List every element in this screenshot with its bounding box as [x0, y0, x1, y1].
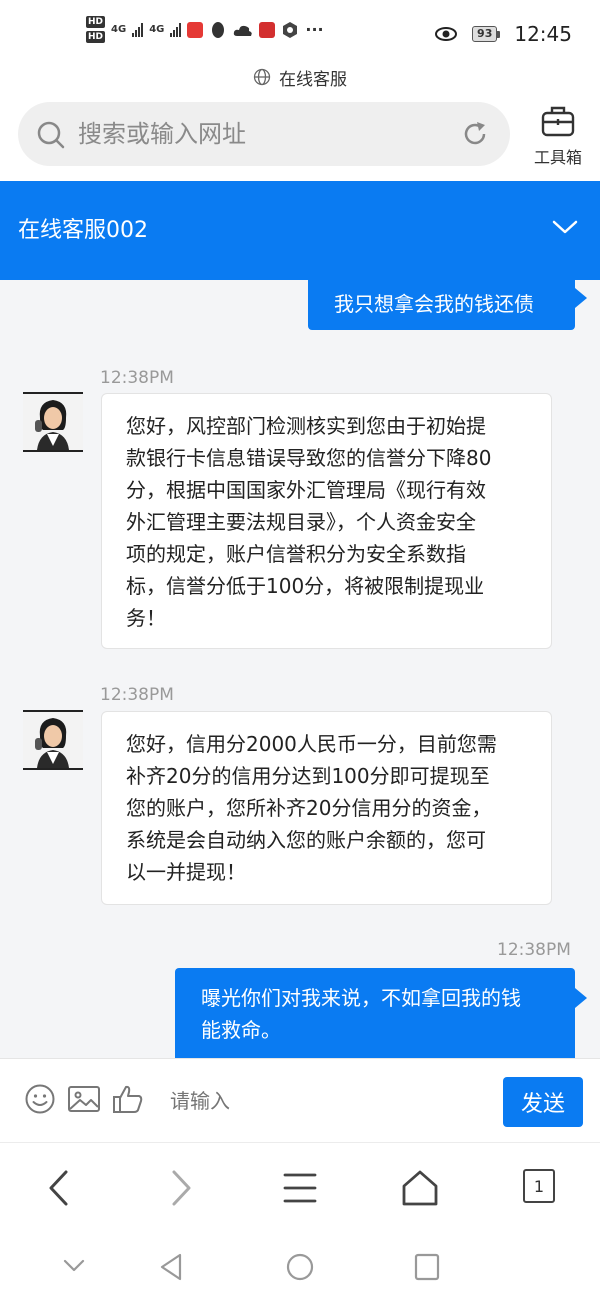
news-app-icon: [187, 21, 204, 38]
toolbox-icon: [541, 106, 575, 137]
message-line: 务！: [126, 606, 166, 630]
message-line: 能救命。: [201, 1018, 281, 1042]
message-timestamp: 12:38PM: [497, 940, 571, 960]
outgoing-message[interactable]: 曝光你们对我来说，不如拿回我的钱 能救命。: [175, 968, 575, 1058]
bubble-tail: [575, 288, 587, 308]
menu-icon[interactable]: [282, 1169, 318, 1207]
message-timestamp: 12:38PM: [100, 685, 174, 705]
network-type-label: 4G: [111, 23, 127, 35]
status-right: 93 12:45: [434, 22, 572, 46]
system-back-icon[interactable]: [158, 1252, 186, 1282]
search-icon: [37, 121, 65, 149]
signal-icon: [170, 22, 182, 37]
home-icon[interactable]: [400, 1169, 440, 1207]
message-line: 您好，风控部门检测核实到您由于初始提: [126, 414, 486, 438]
hd-badges: HD HD: [86, 16, 106, 43]
battery-icon: 93: [472, 26, 501, 42]
battery-level: 93: [472, 26, 498, 42]
message-line: 系统是会自动纳入您的账户余额的，您可: [126, 828, 486, 852]
refresh-icon[interactable]: [460, 119, 490, 149]
system-nav-bar: [0, 1232, 600, 1300]
message-line: 分，根据中国国家外汇管理局《现行有效: [126, 478, 486, 502]
back-icon[interactable]: [46, 1169, 72, 1207]
more-notifications-icon: ···: [305, 19, 324, 39]
chat-input-bar: 发送: [0, 1058, 600, 1142]
message-line: 您好，信用分2000人民币一分，目前您需: [126, 732, 497, 756]
chevron-down-icon[interactable]: [552, 219, 578, 235]
image-icon[interactable]: [67, 1083, 101, 1115]
message-line: 标，信誉分低于100分，将被限制提现业: [126, 574, 485, 598]
message-line: 款银行卡信息错误导致您的信誉分下降80: [126, 446, 492, 470]
eye-comfort-icon: [435, 27, 458, 41]
page-title-bar: 在线客服: [0, 62, 600, 92]
system-recents-icon[interactable]: [413, 1252, 441, 1282]
message-input[interactable]: [170, 1083, 480, 1119]
hd-icon: HD: [86, 31, 106, 43]
message-line: 以一并提现！: [126, 860, 246, 884]
message-timestamp: 12:38PM: [100, 368, 174, 388]
signal-icon: [132, 22, 144, 37]
message-line: 补齐20分的信用分达到100分即可提现至: [126, 764, 490, 788]
network-type-label: 4G: [149, 23, 165, 35]
status-clock: 12:45: [514, 22, 572, 46]
status-bar: HD HD 4G 4G ··· 93 12:45: [0, 0, 600, 62]
message-text: 我只想拿会我的钱还债: [334, 292, 534, 316]
penguin-icon: [212, 21, 225, 38]
address-search-box[interactable]: 搜索或输入网址: [18, 102, 510, 166]
status-indicators: HD HD 4G 4G ···: [86, 16, 324, 43]
book-app-icon: [259, 21, 276, 38]
page-title: 在线客服: [279, 69, 347, 90]
chat-header: 在线客服002: [0, 181, 600, 280]
agent-avatar: [23, 392, 83, 452]
send-button-label: 发送: [520, 1092, 565, 1117]
message-line: 外汇管理主要法规目录》，个人资金安全: [126, 510, 476, 534]
tabs-button[interactable]: 1: [523, 1169, 555, 1203]
incoming-message[interactable]: 您好，风控部门检测核实到您由于初始提 款银行卡信息错误导致您的信誉分下降80 分…: [101, 393, 552, 649]
thumbs-up-icon[interactable]: [112, 1083, 144, 1115]
hexagon-app-icon: [283, 21, 298, 38]
search-input[interactable]: 搜索或输入网址: [78, 102, 246, 166]
hide-nav-icon[interactable]: [62, 1258, 86, 1274]
browser-address-bar: 搜索或输入网址 工具箱: [0, 92, 600, 181]
outgoing-message[interactable]: 我只想拿会我的钱还债: [308, 280, 575, 330]
agent-avatar: [23, 710, 83, 770]
hd-icon: HD: [86, 16, 106, 28]
toolbox-button[interactable]: 工具箱: [530, 104, 586, 168]
globe-icon: [253, 68, 271, 86]
send-button[interactable]: 发送: [503, 1077, 583, 1127]
tab-count: 1: [533, 1176, 545, 1196]
forward-icon[interactable]: [168, 1169, 194, 1207]
message-list[interactable]: 我只想拿会我的钱还债 12:38PM 您好，风控部门检测核实到您由于初始提 款银…: [0, 280, 600, 1058]
message-line: 您的账户，您所补齐20分信用分的资金，: [126, 796, 492, 820]
browser-nav-bar: 1: [0, 1142, 600, 1232]
message-line: 曝光你们对我来说，不如拿回我的钱: [201, 986, 521, 1010]
chat-title: 在线客服002: [18, 218, 148, 243]
toolbox-label: 工具箱: [533, 148, 582, 167]
message-line: 项的规定，账户信誉积分为安全系数指: [126, 542, 466, 566]
cloud-icon: [234, 25, 253, 36]
incoming-message[interactable]: 您好，信用分2000人民币一分，目前您需 补齐20分的信用分达到100分即可提现…: [101, 711, 552, 905]
system-home-icon[interactable]: [285, 1252, 315, 1282]
bubble-tail: [575, 988, 587, 1008]
emoji-icon[interactable]: [24, 1083, 56, 1115]
